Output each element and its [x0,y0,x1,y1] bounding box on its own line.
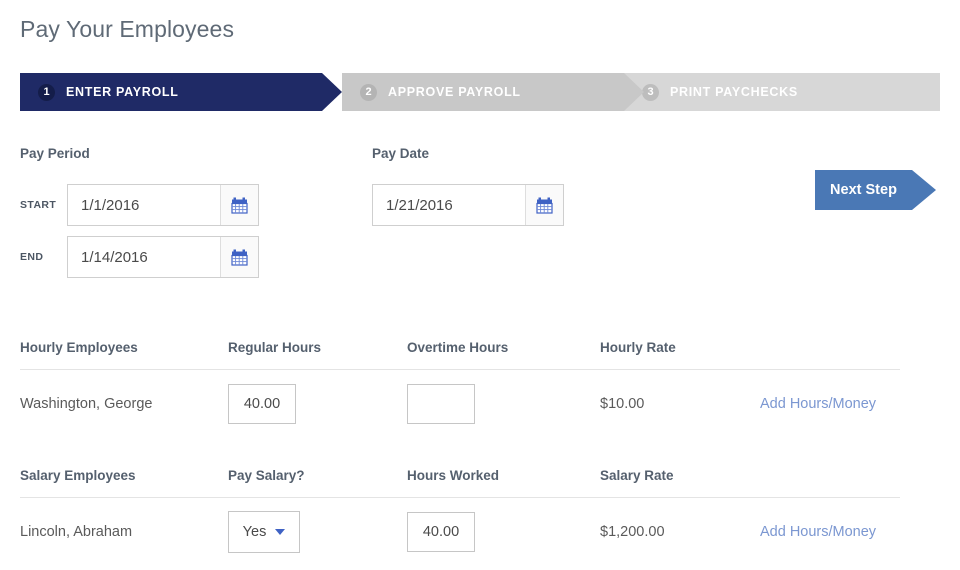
step-label: ENTER PAYROLL [66,85,179,99]
pay-date-input[interactable]: 1/21/2016 [373,185,525,225]
chevron-down-icon [275,529,286,535]
pay-period-label: Pay Period [20,146,90,161]
pay-period-start-input[interactable]: 1/1/2016 [68,185,220,225]
overtime-hours-cell [407,370,475,438]
salary-employees-table: Salary Employees Pay Salary? Hours Worke… [20,468,900,566]
employee-name: Washington, George [20,396,153,412]
pay-date-row: 1/21/2016 [372,184,564,226]
hourly-table-header: Hourly Employees Regular Hours Overtime … [20,340,900,370]
col-header-pay-salary: Pay Salary? [228,468,305,483]
step-number-badge: 1 [38,83,55,101]
pay-period-start-field[interactable]: 1/1/2016 [67,184,259,226]
hourly-employees-table: Hourly Employees Regular Hours Overtime … [20,340,900,438]
table-row: Lincoln, Abraham Yes 40.00 $1,200.00 Add… [20,498,900,566]
col-header-salary-rate: Salary Rate [600,468,674,483]
wizard-step-approve-payroll[interactable]: 2 APPROVE PAYROLL [342,73,644,111]
col-header-salary-employees: Salary Employees [20,468,136,483]
step-number-badge: 3 [642,83,659,101]
pay-salary-selected-value: Yes [242,524,267,540]
hourly-rate-value: $10.00 [600,396,645,412]
wizard-step-print-paychecks[interactable]: 3 PRINT PAYCHECKS [624,73,940,111]
regular-hours-input[interactable]: 40.00 [228,384,296,424]
next-step-button[interactable]: Next Step [815,170,936,210]
calendar-icon-glyph [231,249,248,266]
salary-rate-value: $1,200.00 [600,524,665,540]
hours-worked-cell: 40.00 [407,498,475,566]
calendar-icon[interactable] [525,185,563,225]
start-label: START [20,199,57,211]
step-label: PRINT PAYCHECKS [670,85,798,99]
pay-period-end-field[interactable]: 1/14/2016 [67,236,259,278]
hours-worked-input[interactable]: 40.00 [407,512,475,552]
col-header-overtime-hours: Overtime Hours [407,340,509,355]
step-number-badge: 2 [360,83,377,101]
end-label: END [20,251,44,263]
step-label: APPROVE PAYROLL [388,85,521,99]
employee-name: Lincoln, Abraham [20,524,133,540]
calendar-icon[interactable] [220,185,258,225]
salary-table-header: Salary Employees Pay Salary? Hours Worke… [20,468,900,498]
pay-salary-select[interactable]: Yes [228,511,300,553]
wizard-step-bar: 1 ENTER PAYROLL 2 APPROVE PAYROLL 3 PRIN… [20,73,940,111]
pay-period-end-input[interactable]: 1/14/2016 [68,237,220,277]
wizard-step-enter-payroll[interactable]: 1 ENTER PAYROLL [20,73,342,111]
pay-date-field[interactable]: 1/21/2016 [372,184,564,226]
add-hours-money-link[interactable]: Add Hours/Money [760,370,876,438]
pay-period-start-row: START 1/1/2016 [20,184,259,226]
pay-period-end-row: END 1/14/2016 [20,236,259,278]
calendar-icon[interactable] [220,237,258,277]
pay-salary-cell: Yes [228,498,300,566]
calendar-icon-glyph [231,197,248,214]
overtime-hours-input[interactable] [407,384,475,424]
table-row: Washington, George 40.00 $10.00 Add Hour… [20,370,900,438]
regular-hours-cell: 40.00 [228,370,296,438]
page-title: Pay Your Employees [20,16,235,42]
col-header-hours-worked: Hours Worked [407,468,500,483]
col-header-hourly-rate: Hourly Rate [600,340,676,355]
pay-date-label: Pay Date [372,146,430,161]
calendar-icon-glyph [536,197,553,214]
add-hours-money-link[interactable]: Add Hours/Money [760,498,876,566]
col-header-hourly-employees: Hourly Employees [20,340,138,355]
col-header-regular-hours: Regular Hours [228,340,322,355]
